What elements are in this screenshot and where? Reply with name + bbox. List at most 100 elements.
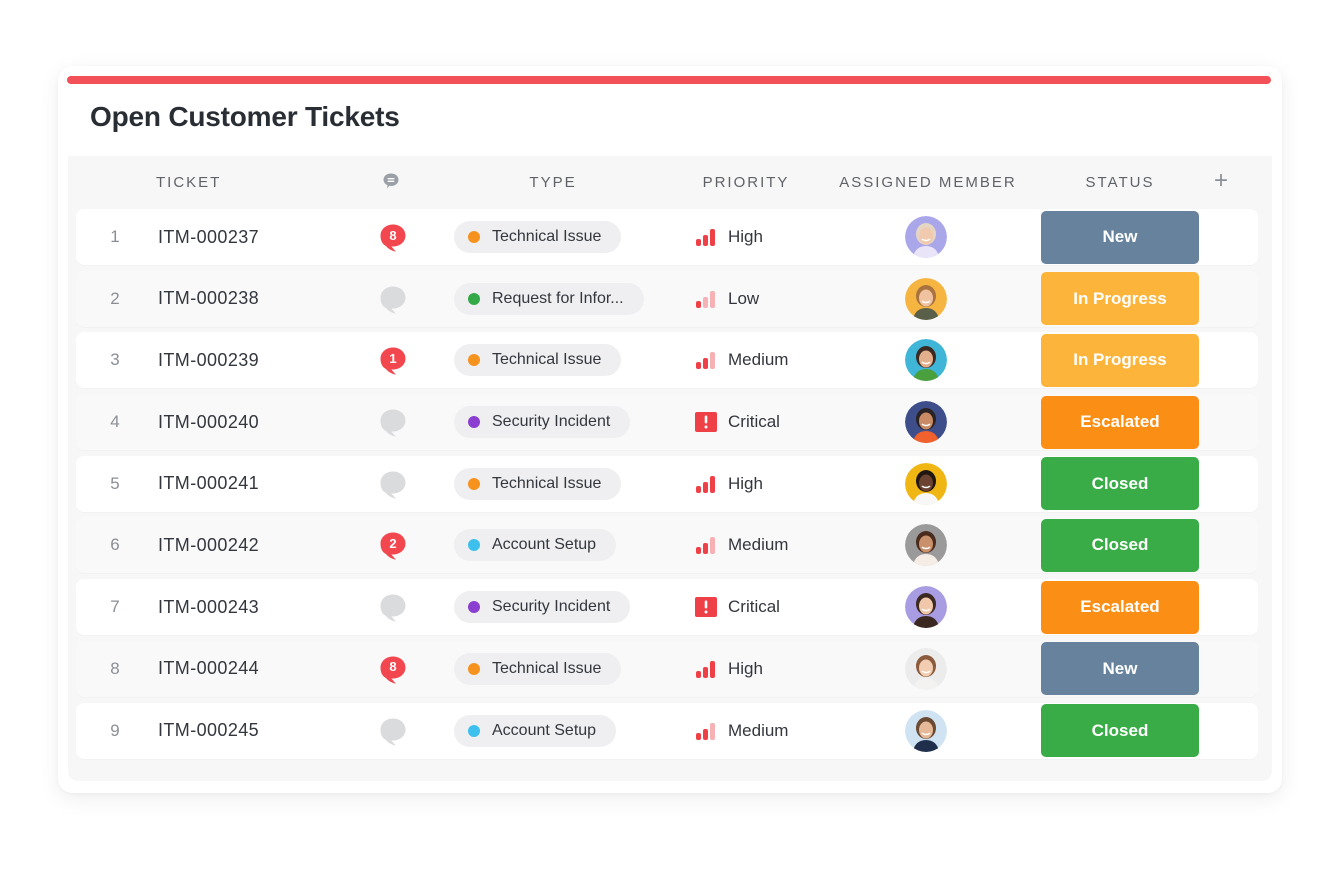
status-badge[interactable]: New bbox=[1041, 642, 1199, 696]
type-label: Account Setup bbox=[492, 536, 597, 554]
column-header-type[interactable]: TYPE bbox=[529, 174, 576, 191]
critical-alert-icon bbox=[695, 412, 717, 433]
priority-label: Critical bbox=[728, 412, 780, 432]
table-row[interactable]: 2 ITM-000238 Request for Infor... Low In… bbox=[76, 270, 1258, 327]
comment-count-badge[interactable]: 8 bbox=[378, 655, 408, 684]
assigned-member-cell[interactable] bbox=[904, 579, 948, 635]
comments-cell[interactable] bbox=[377, 394, 409, 450]
status-badge[interactable]: New bbox=[1041, 210, 1199, 264]
assigned-member-cell[interactable] bbox=[904, 271, 948, 327]
comments-cell[interactable]: 1 bbox=[377, 332, 409, 388]
add-column-button[interactable]: + bbox=[1214, 167, 1228, 195]
avatar[interactable] bbox=[905, 339, 947, 382]
status-badge[interactable]: Escalated bbox=[1041, 395, 1199, 449]
column-header-priority[interactable]: PRIORITY bbox=[703, 174, 790, 191]
status-badge[interactable]: In Progress bbox=[1041, 272, 1199, 326]
ticket-id[interactable]: ITM-000237 bbox=[158, 209, 259, 265]
type-tag[interactable]: Technical Issue bbox=[454, 221, 622, 253]
avatar[interactable] bbox=[905, 216, 947, 258]
priority-cell[interactable]: Medium bbox=[695, 332, 788, 388]
comments-cell[interactable] bbox=[377, 579, 409, 635]
priority-cell[interactable]: Medium bbox=[695, 703, 788, 759]
comments-cell[interactable]: 2 bbox=[377, 517, 409, 573]
type-tag[interactable]: Account Setup bbox=[454, 529, 617, 562]
assigned-member-cell[interactable] bbox=[904, 641, 948, 697]
table-header: TICKET TYPE PRIORITY ASSIGNED MEMBER STA… bbox=[68, 156, 1272, 208]
accent-bar bbox=[67, 76, 1271, 84]
status-badge[interactable]: Escalated bbox=[1041, 580, 1199, 634]
priority-cell[interactable]: High bbox=[695, 209, 763, 265]
comments-cell[interactable] bbox=[377, 456, 409, 512]
ticket-id[interactable]: ITM-000242 bbox=[158, 517, 259, 573]
comment-icon[interactable] bbox=[378, 408, 408, 437]
table-row[interactable]: 7 ITM-000243 Security Incident Critical … bbox=[76, 579, 1258, 636]
table-row[interactable]: 1 ITM-000237 8 Technical Issue High New bbox=[76, 209, 1258, 265]
comment-count: 2 bbox=[389, 535, 397, 551]
comment-icon[interactable] bbox=[378, 593, 408, 622]
status-badge[interactable]: Closed bbox=[1041, 457, 1199, 511]
ticket-id[interactable]: ITM-000238 bbox=[158, 271, 259, 327]
comment-count: 8 bbox=[389, 659, 397, 675]
priority-cell[interactable]: Critical bbox=[695, 394, 780, 450]
avatar[interactable] bbox=[905, 401, 947, 444]
comment-count-badge[interactable]: 8 bbox=[378, 223, 408, 252]
type-tag[interactable]: Technical Issue bbox=[454, 652, 622, 685]
assigned-member-cell[interactable] bbox=[904, 517, 948, 573]
type-tag[interactable]: Security Incident bbox=[454, 406, 631, 439]
comment-icon[interactable] bbox=[381, 171, 401, 191]
table-row[interactable]: 4 ITM-000240 Security Incident Critical … bbox=[76, 394, 1258, 451]
ticket-id[interactable]: ITM-000243 bbox=[158, 579, 259, 635]
type-tag[interactable]: Account Setup bbox=[454, 714, 617, 747]
ticket-id[interactable]: ITM-000245 bbox=[158, 703, 259, 759]
type-cell: Security Incident bbox=[454, 579, 631, 635]
avatar[interactable] bbox=[905, 709, 947, 752]
row-number: 6 bbox=[110, 535, 120, 555]
priority-cell[interactable]: Critical bbox=[695, 579, 780, 635]
priority-cell[interactable]: High bbox=[695, 641, 763, 697]
comments-cell[interactable] bbox=[377, 271, 409, 327]
avatar[interactable] bbox=[905, 647, 947, 690]
comment-count-badge[interactable]: 1 bbox=[378, 346, 408, 376]
table-row[interactable]: 8 ITM-000244 8 Technical Issue High New bbox=[76, 640, 1258, 697]
table-row[interactable]: 9 ITM-000245 Account Setup Medium Closed bbox=[76, 702, 1258, 759]
comment-icon[interactable] bbox=[378, 285, 408, 314]
type-tag[interactable]: Security Incident bbox=[454, 591, 631, 624]
ticket-id[interactable]: ITM-000240 bbox=[158, 394, 259, 450]
priority-cell[interactable]: Low bbox=[695, 271, 759, 327]
avatar[interactable] bbox=[905, 524, 947, 567]
assigned-member-cell[interactable] bbox=[904, 703, 948, 759]
priority-cell[interactable]: High bbox=[695, 456, 763, 512]
status-badge[interactable]: Closed bbox=[1041, 704, 1199, 757]
avatar[interactable] bbox=[905, 462, 947, 505]
assigned-member-cell[interactable] bbox=[904, 209, 948, 265]
comments-cell[interactable]: 8 bbox=[377, 209, 409, 265]
priority-bars-icon bbox=[696, 290, 715, 308]
ticket-id[interactable]: ITM-000239 bbox=[158, 332, 259, 388]
table-row[interactable]: 3 ITM-000239 1 Technical Issue Medium In… bbox=[76, 332, 1258, 389]
status-badge[interactable]: Closed bbox=[1041, 518, 1199, 572]
status-badge[interactable]: In Progress bbox=[1041, 333, 1199, 387]
priority-cell[interactable]: Medium bbox=[695, 517, 788, 573]
table-row[interactable]: 6 ITM-000242 2 Account Setup Medium Clos… bbox=[76, 517, 1258, 574]
type-tag[interactable]: Technical Issue bbox=[454, 344, 622, 377]
comment-icon[interactable] bbox=[378, 470, 408, 499]
column-header-status[interactable]: STATUS bbox=[1086, 174, 1155, 191]
ticket-id[interactable]: ITM-000244 bbox=[158, 641, 259, 697]
table-body: 1 ITM-000237 8 Technical Issue High New … bbox=[76, 209, 1258, 764]
avatar[interactable] bbox=[905, 586, 947, 629]
assigned-member-cell[interactable] bbox=[904, 456, 948, 512]
assigned-member-cell[interactable] bbox=[904, 332, 948, 388]
column-header-ticket[interactable]: TICKET bbox=[156, 174, 221, 191]
column-header-assigned-member[interactable]: ASSIGNED MEMBER bbox=[839, 174, 1017, 191]
assigned-member-cell[interactable] bbox=[904, 394, 948, 450]
comment-icon[interactable] bbox=[378, 717, 408, 746]
type-cell: Technical Issue bbox=[454, 209, 622, 265]
avatar[interactable] bbox=[905, 277, 947, 320]
table-row[interactable]: 5 ITM-000241 Technical Issue High Closed bbox=[76, 455, 1258, 512]
comment-count-badge[interactable]: 2 bbox=[378, 531, 408, 561]
comments-cell[interactable] bbox=[377, 703, 409, 759]
type-tag[interactable]: Technical Issue bbox=[454, 467, 622, 500]
comments-cell[interactable]: 8 bbox=[377, 641, 409, 697]
type-tag[interactable]: Request for Infor... bbox=[454, 282, 644, 315]
ticket-id[interactable]: ITM-000241 bbox=[158, 456, 259, 512]
